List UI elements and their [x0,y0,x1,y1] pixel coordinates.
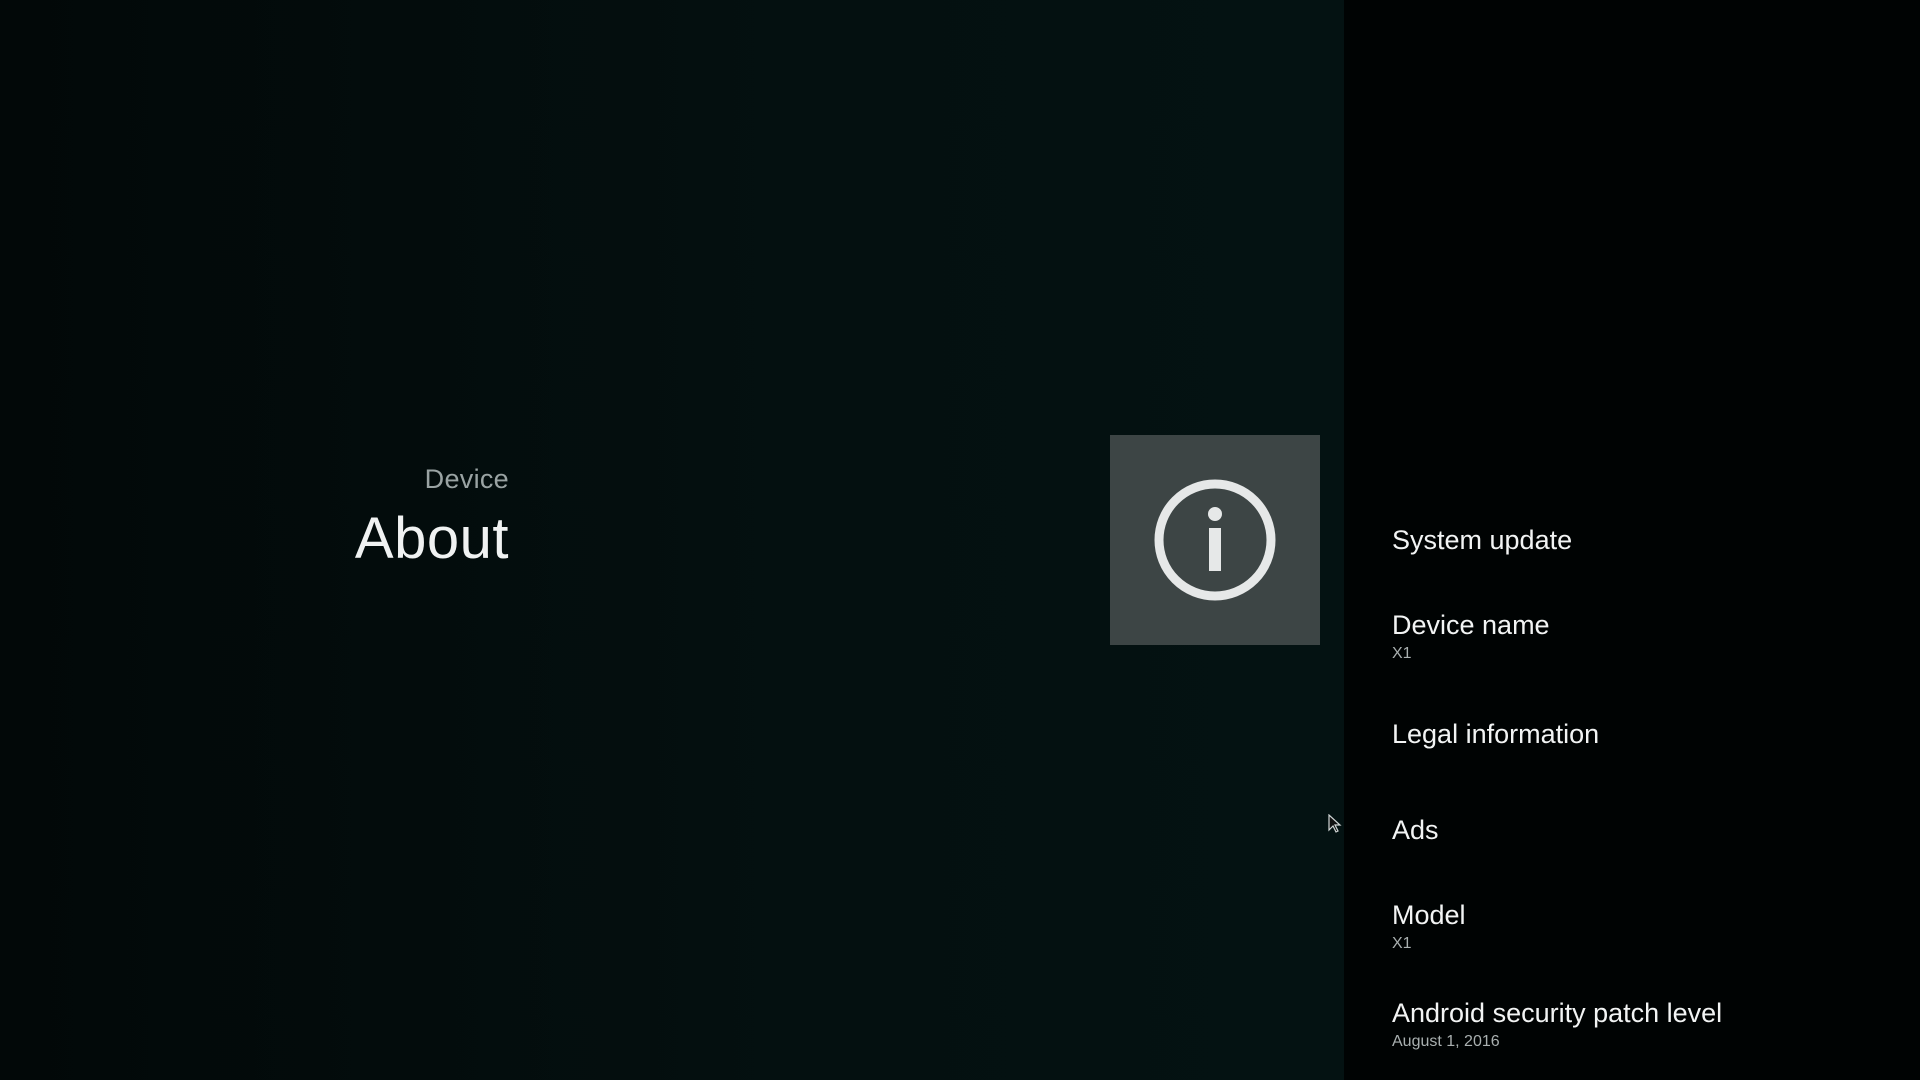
menu-item-system-update[interactable]: System update [1392,523,1912,557]
breadcrumb: Device [424,464,509,494]
menu-item-title: Android security patch level [1392,998,1723,1028]
mouse-pointer-icon [1328,814,1342,833]
menu-item-security-patch-level[interactable]: Android security patch level August 1, 2… [1392,996,1912,1052]
settings-screen: Device About System update Device name X… [0,0,1920,1080]
menu-item-title: Device name [1392,610,1550,640]
about-icon-tile [1110,435,1320,645]
menu-item-summary: X1 [1392,935,1412,952]
page-title: About [354,506,509,571]
menu-item-title: System update [1392,525,1573,555]
menu-item-ads[interactable]: Ads [1392,813,1912,847]
menu-item-summary: X1 [1392,645,1412,662]
menu-item-summary: August 1, 2016 [1392,1033,1500,1050]
menu-item-legal-information[interactable]: Legal information [1392,717,1912,751]
menu-item-title: Legal information [1392,719,1600,749]
menu-item-title: Model [1392,900,1466,930]
menu-item-device-name[interactable]: Device name X1 [1392,608,1912,664]
info-icon [1154,479,1276,601]
header-pane: Device About [0,0,1344,1080]
menu-item-model[interactable]: Model X1 [1392,898,1912,954]
menu-item-title: Ads [1392,815,1439,845]
